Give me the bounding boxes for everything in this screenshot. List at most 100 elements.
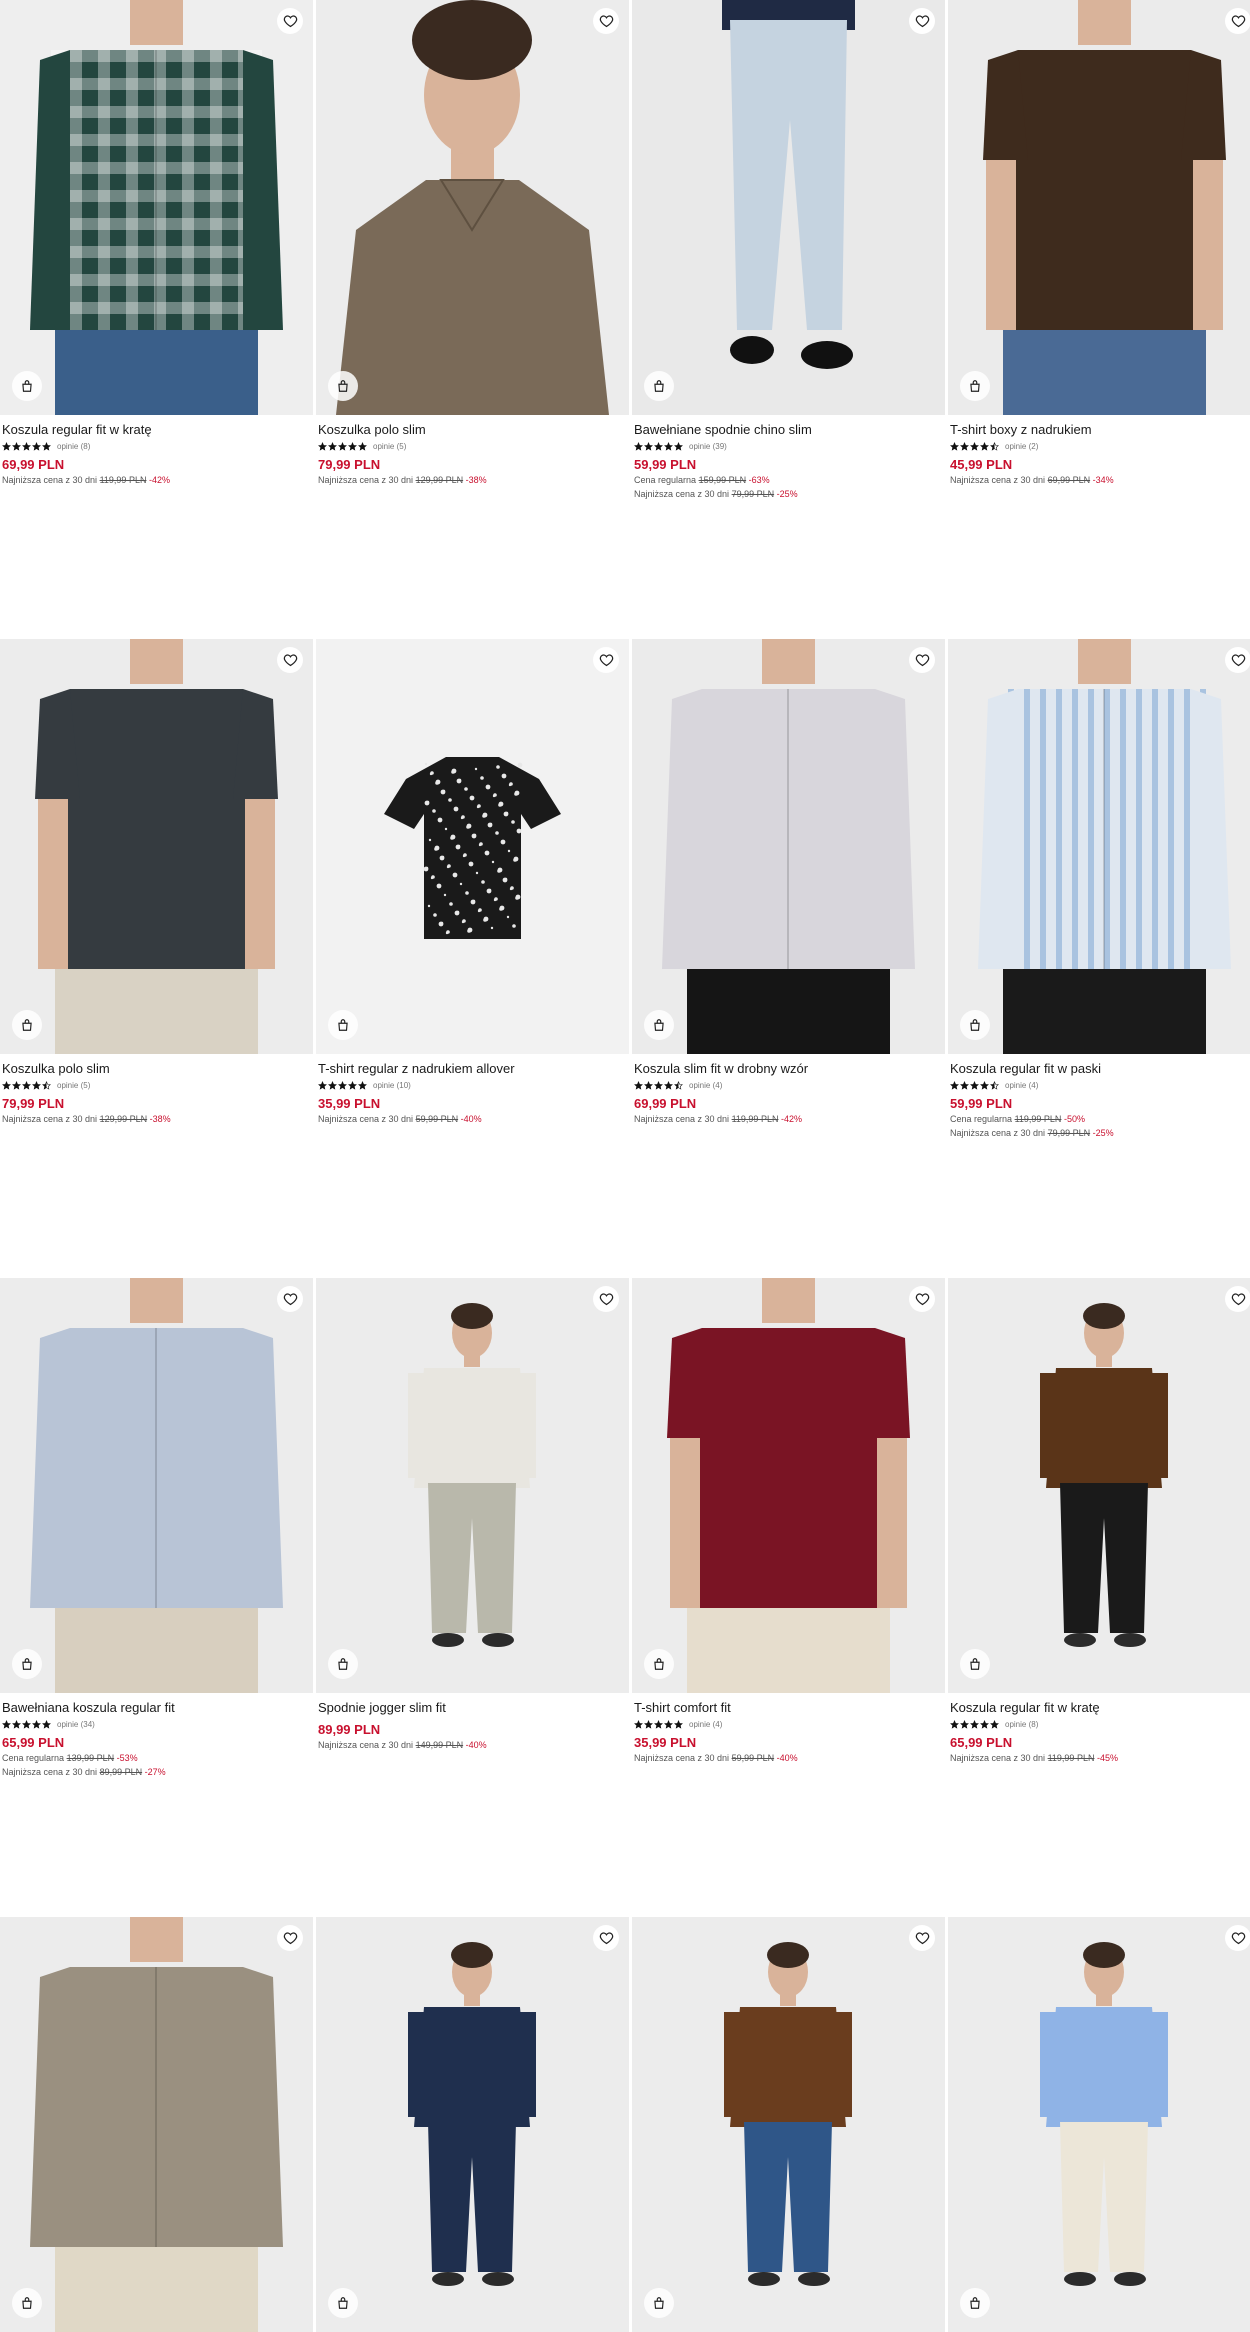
product-name[interactable]: Koszula slim fit w drobny wzór (634, 1060, 943, 1077)
add-to-cart-button[interactable] (960, 371, 990, 401)
product-image[interactable] (316, 0, 629, 415)
review-count[interactable]: opinie (4) (1005, 1081, 1038, 1090)
product-image[interactable] (632, 1278, 945, 1693)
product-name[interactable]: Bawełniana koszula regular fit (2, 1699, 311, 1716)
product-card[interactable]: Koszula regular fit w paski opinie (4) 59,… (948, 639, 1250, 1140)
add-to-cart-button[interactable] (328, 1649, 358, 1679)
product-info: Koszula regular fit w paski opinie (4) 59,… (948, 1054, 1250, 1140)
review-count[interactable]: opinie (4) (689, 1720, 722, 1729)
add-to-wishlist-button[interactable] (593, 1286, 619, 1312)
product-card[interactable]: Koszula slim fit w drobny wzór opinie (4)… (632, 639, 945, 1140)
shopping-bag-icon (336, 1657, 350, 1671)
add-to-cart-button[interactable] (12, 371, 42, 401)
product-info: Koszulka polo slim opinie (5) 79,99 PLN Naj… (0, 1054, 313, 1126)
product-image[interactable] (632, 639, 945, 1054)
product-card[interactable] (632, 1917, 945, 2332)
shopping-bag-icon (20, 1018, 34, 1032)
product-card[interactable]: Bawełniane spodnie chino slim opinie (39)… (632, 0, 945, 501)
product-card[interactable]: Koszulka polo slim opinie (5) 79,99 PLN Naj… (0, 639, 313, 1140)
add-to-cart-button[interactable] (644, 1010, 674, 1040)
product-image[interactable] (948, 0, 1250, 415)
star-icon (22, 1080, 31, 1090)
price-history-note: Najniższa cena z 30 dni 59,99 PLN -40% (634, 1751, 943, 1765)
review-count[interactable]: opinie (34) (57, 1720, 95, 1729)
discount-percent: -38% (465, 475, 487, 485)
star-icon (674, 1719, 683, 1729)
add-to-cart-button[interactable] (960, 1649, 990, 1679)
product-image[interactable] (948, 1917, 1250, 2332)
add-to-cart-button[interactable] (644, 1649, 674, 1679)
add-to-cart-button[interactable] (960, 1010, 990, 1040)
old-price: 119,99 PLN (99, 475, 147, 485)
add-to-wishlist-button[interactable] (1225, 1286, 1250, 1312)
review-count[interactable]: opinie (2) (1005, 442, 1038, 451)
product-image[interactable] (0, 639, 313, 1054)
add-to-wishlist-button[interactable] (277, 647, 303, 673)
shopping-bag-icon (20, 1657, 34, 1671)
product-card[interactable]: Bawełniana koszula regular fit opinie (34… (0, 1278, 313, 1779)
add-to-cart-button[interactable] (328, 2288, 358, 2318)
product-name[interactable]: Spodnie jogger slim fit (318, 1699, 627, 1716)
add-to-cart-button[interactable] (644, 371, 674, 401)
product-name[interactable]: T-shirt comfort fit (634, 1699, 943, 1716)
product-card[interactable] (316, 1917, 629, 2332)
add-to-wishlist-button[interactable] (1225, 1925, 1250, 1951)
product-image[interactable] (632, 1917, 945, 2332)
product-image[interactable] (0, 0, 313, 415)
review-count[interactable]: opinie (8) (57, 442, 90, 451)
review-count[interactable]: opinie (8) (1005, 1720, 1038, 1729)
add-to-cart-button[interactable] (12, 1649, 42, 1679)
add-to-wishlist-button[interactable] (277, 1925, 303, 1951)
add-to-wishlist-button[interactable] (593, 8, 619, 34)
product-card[interactable] (0, 1917, 313, 2332)
add-to-cart-button[interactable] (12, 1010, 42, 1040)
product-card[interactable] (948, 1917, 1250, 2332)
review-count[interactable]: opinie (10) (373, 1081, 411, 1090)
product-image[interactable] (948, 639, 1250, 1054)
star-icon (318, 1080, 327, 1090)
review-count[interactable]: opinie (5) (57, 1081, 90, 1090)
product-card[interactable]: Koszula regular fit w kratę opinie (8) 69,… (0, 0, 313, 501)
rating-stars (318, 1080, 367, 1090)
add-to-wishlist-button[interactable] (909, 1925, 935, 1951)
product-name[interactable]: Bawełniane spodnie chino slim (634, 421, 943, 438)
add-to-wishlist-button[interactable] (909, 1286, 935, 1312)
add-to-wishlist-button[interactable] (909, 8, 935, 34)
product-image[interactable] (0, 1278, 313, 1693)
add-to-wishlist-button[interactable] (909, 647, 935, 673)
product-card[interactable]: Spodnie jogger slim fit 89,99 PLN Najniższ… (316, 1278, 629, 1779)
add-to-cart-button[interactable] (960, 2288, 990, 2318)
product-image[interactable] (948, 1278, 1250, 1693)
review-count[interactable]: opinie (4) (689, 1081, 722, 1090)
product-name[interactable]: T-shirt boxy z nadrukiem (950, 421, 1250, 438)
add-to-wishlist-button[interactable] (593, 1925, 619, 1951)
product-name[interactable]: Koszula regular fit w paski (950, 1060, 1250, 1077)
review-count[interactable]: opinie (39) (689, 442, 727, 451)
product-name[interactable]: Koszulka polo slim (2, 1060, 311, 1077)
product-card[interactable]: T-shirt boxy z nadrukiem opinie (2) 45,99 … (948, 0, 1250, 501)
product-image[interactable] (316, 1917, 629, 2332)
add-to-wishlist-button[interactable] (593, 647, 619, 673)
product-card[interactable]: T-shirt regular z nadrukiem allover opini… (316, 639, 629, 1140)
product-image[interactable] (316, 639, 629, 1054)
product-name[interactable]: Koszulka polo slim (318, 421, 627, 438)
add-to-cart-button[interactable] (644, 2288, 674, 2318)
product-name[interactable]: Koszula regular fit w kratę (950, 1699, 1250, 1716)
add-to-cart-button[interactable] (328, 1010, 358, 1040)
product-card[interactable]: T-shirt comfort fit opinie (4) 35,99 PLN Na… (632, 1278, 945, 1779)
product-image[interactable] (632, 0, 945, 415)
add-to-wishlist-button[interactable] (1225, 8, 1250, 34)
add-to-cart-button[interactable] (12, 2288, 42, 2318)
add-to-wishlist-button[interactable] (277, 1286, 303, 1312)
product-image[interactable] (316, 1278, 629, 1693)
add-to-wishlist-button[interactable] (277, 8, 303, 34)
star-icon (32, 441, 41, 451)
product-card[interactable]: Koszula regular fit w kratę opinie (8) 65,… (948, 1278, 1250, 1779)
product-name[interactable]: T-shirt regular z nadrukiem allover (318, 1060, 627, 1077)
product-card[interactable]: Koszulka polo slim opinie (5) 79,99 PLN Naj… (316, 0, 629, 501)
product-name[interactable]: Koszula regular fit w kratę (2, 421, 311, 438)
add-to-cart-button[interactable] (328, 371, 358, 401)
add-to-wishlist-button[interactable] (1225, 647, 1250, 673)
product-image[interactable] (0, 1917, 313, 2332)
review-count[interactable]: opinie (5) (373, 442, 406, 451)
